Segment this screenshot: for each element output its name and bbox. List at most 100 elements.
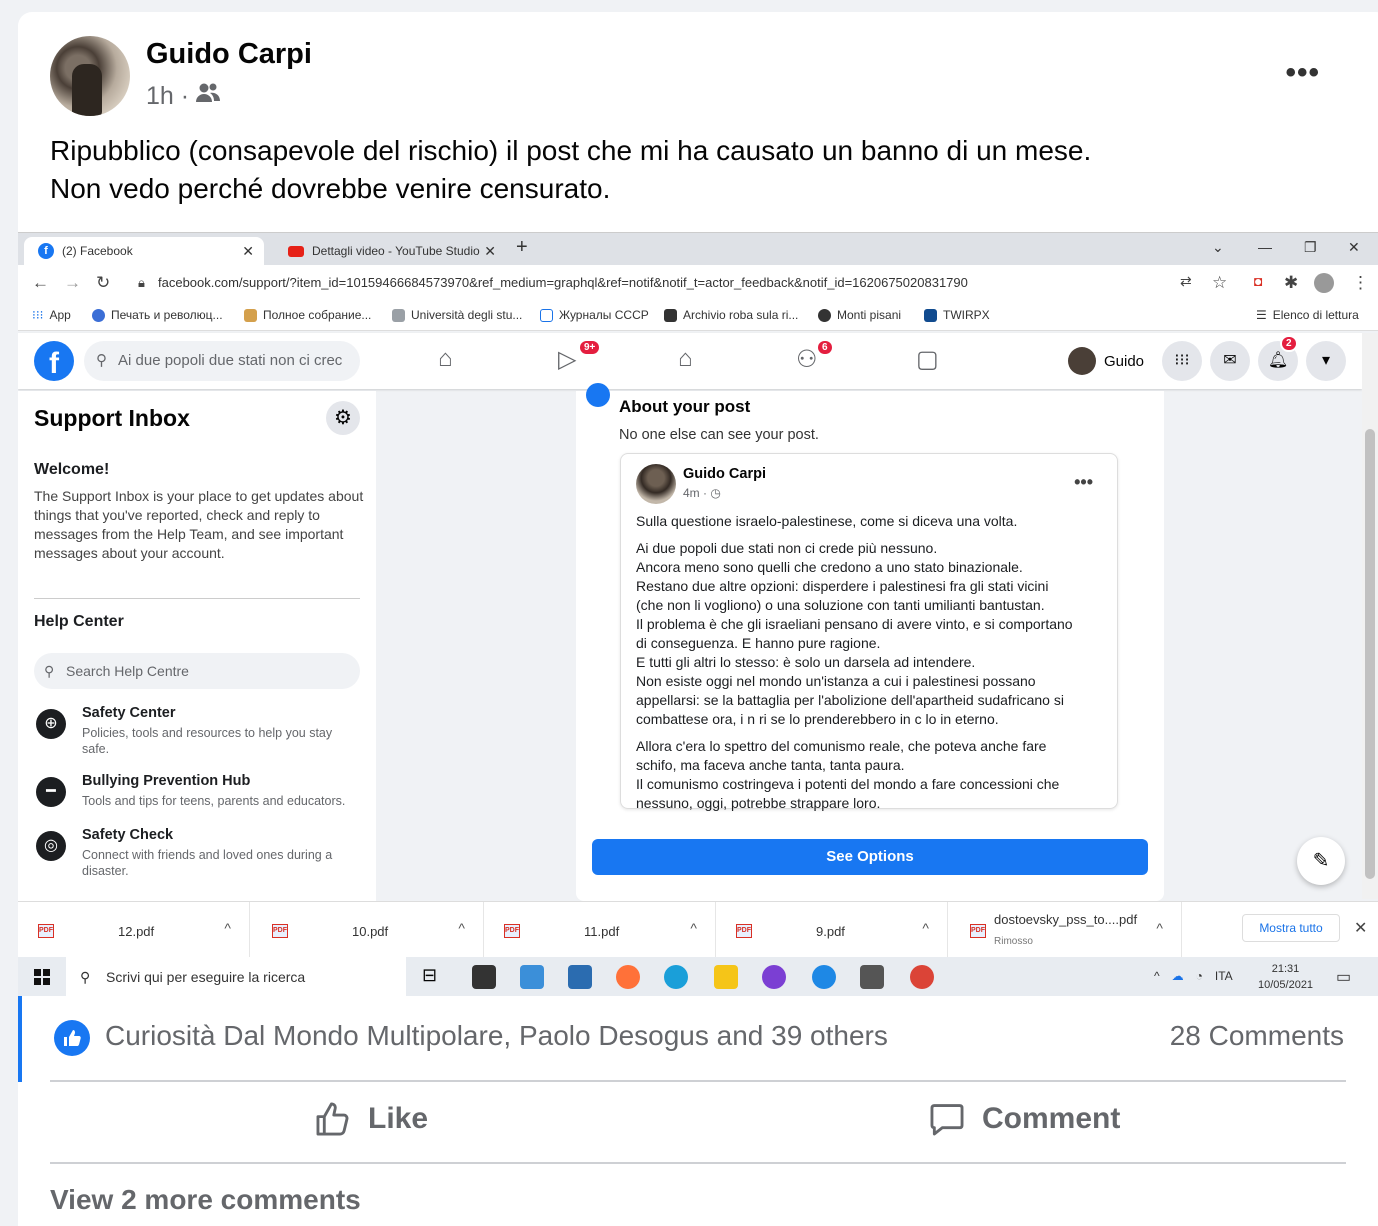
download-item[interactable]: PDF 9.pdf ^ bbox=[716, 902, 948, 958]
paragraph: Allora c'era lo spettro del comunismo re… bbox=[636, 738, 1060, 811]
language-indicator[interactable]: ITA bbox=[1215, 969, 1233, 983]
show-all-button[interactable]: Mostra tutto bbox=[1242, 914, 1340, 942]
reading-list[interactable]: ☰ Elenco di lettura bbox=[1256, 308, 1359, 322]
gear-icon[interactable]: ⚙ bbox=[326, 401, 360, 435]
bookmark-item[interactable]: Полное собрание... bbox=[244, 308, 371, 322]
post-time[interactable]: 1h · bbox=[146, 82, 189, 111]
facebook-logo-icon[interactable]: f bbox=[34, 341, 74, 381]
chevron-up-icon[interactable]: ^ bbox=[1156, 920, 1163, 936]
bookmark-apps[interactable]: ⁝⁝⁝ App bbox=[32, 308, 71, 322]
view-more-comments-link[interactable]: View 2 more comments bbox=[50, 1184, 361, 1216]
edge-icon[interactable] bbox=[812, 965, 836, 989]
back-icon[interactable]: ← bbox=[32, 273, 49, 293]
chrome-icon[interactable] bbox=[910, 965, 934, 989]
tab-facebook[interactable]: f (2) Facebook ✕ bbox=[24, 237, 264, 265]
chevron-up-icon[interactable]: ^ bbox=[690, 920, 697, 936]
more-options-icon[interactable]: ••• bbox=[1074, 472, 1093, 493]
wifi-icon[interactable]: ◔ bbox=[1196, 969, 1203, 983]
chevron-up-icon[interactable]: ^ bbox=[458, 920, 465, 936]
pdf-icon: PDF bbox=[272, 924, 288, 938]
account-chevron-icon[interactable]: ▾ bbox=[1306, 341, 1346, 381]
store-icon[interactable] bbox=[472, 965, 496, 989]
chevron-up-icon[interactable]: ^ bbox=[922, 920, 929, 936]
profile-shortcut[interactable]: Guido bbox=[1068, 347, 1144, 375]
taskbar-search-input[interactable]: ⚲ Scrivi qui per eseguire la ricerca bbox=[66, 957, 406, 996]
like-reaction-icon bbox=[54, 1020, 90, 1056]
groups-icon[interactable]: ⚇ bbox=[796, 345, 818, 374]
watch-icon[interactable]: ▷ bbox=[558, 345, 576, 374]
download-item[interactable]: PDF 12.pdf ^ bbox=[18, 902, 250, 958]
app-l-icon[interactable] bbox=[520, 965, 544, 989]
close-icon[interactable]: ✕ bbox=[1354, 918, 1367, 938]
close-tab-icon[interactable]: ✕ bbox=[242, 243, 254, 260]
mail-icon[interactable] bbox=[568, 965, 592, 989]
chevron-up-icon[interactable]: ^ bbox=[224, 920, 231, 936]
avatar[interactable] bbox=[636, 464, 676, 504]
post-options-icon[interactable]: ••• bbox=[1285, 56, 1320, 90]
forward-icon[interactable]: → bbox=[64, 273, 81, 293]
help-search-input[interactable]: ⚲ Search Help Centre bbox=[34, 653, 360, 689]
facebook-navbar: f ⚲ Ai due popoli due stati non ci crec ⌂… bbox=[18, 333, 1362, 389]
file-explorer-icon[interactable] bbox=[714, 965, 738, 989]
restore-icon[interactable]: ❐ bbox=[1304, 239, 1317, 256]
comment-button[interactable]: Comment bbox=[928, 1100, 1120, 1138]
shared-screenshot[interactable]: f (2) Facebook ✕ Dettagli video - YouTub… bbox=[18, 232, 1378, 996]
url-field[interactable]: facebook.com/support/?item_id=1015946668… bbox=[158, 275, 968, 290]
browser-menu-icon[interactable]: ⋮ bbox=[1352, 273, 1369, 293]
bookmark-star-icon[interactable]: ☆ bbox=[1212, 273, 1227, 293]
tab-search-icon[interactable]: ⌄ bbox=[1212, 239, 1224, 256]
like-button[interactable]: Like bbox=[314, 1100, 428, 1138]
translate-icon[interactable]: ⇄ bbox=[1180, 273, 1192, 290]
reported-post-author[interactable]: Guido Carpi bbox=[683, 466, 766, 482]
bookmark-item[interactable]: Università degli stu... bbox=[392, 308, 522, 322]
document-icon[interactable] bbox=[860, 965, 884, 989]
new-message-icon[interactable]: ✎ bbox=[1297, 837, 1345, 885]
scrollbar-thumb[interactable] bbox=[1365, 429, 1375, 879]
bookmark-item[interactable]: Журналы СССР bbox=[540, 308, 649, 322]
bookmark-item[interactable]: Monti pisani bbox=[818, 308, 901, 322]
new-tab-icon[interactable]: + bbox=[516, 236, 528, 259]
facebook-icon bbox=[586, 383, 610, 407]
task-view-icon[interactable]: ⊟ bbox=[422, 965, 446, 989]
reported-post-time: 4m · ◷ bbox=[683, 486, 721, 500]
chevron-up-icon[interactable]: ^ bbox=[1154, 969, 1160, 983]
app-icon[interactable] bbox=[762, 965, 786, 989]
profile-icon[interactable] bbox=[1314, 273, 1334, 293]
onedrive-icon[interactable]: ☁ bbox=[1172, 969, 1184, 983]
clock[interactable]: 21:31 10/05/2021 bbox=[1258, 961, 1313, 993]
windows-start-icon[interactable] bbox=[34, 969, 50, 985]
extensions-icon[interactable]: ✱ bbox=[1284, 273, 1298, 293]
author-name[interactable]: Guido Carpi bbox=[146, 38, 312, 71]
see-options-button[interactable]: See Options bbox=[592, 839, 1148, 875]
search-icon: ⚲ bbox=[96, 352, 107, 369]
firefox-icon[interactable] bbox=[616, 965, 640, 989]
close-window-icon[interactable]: ✕ bbox=[1348, 239, 1360, 256]
accent-bar bbox=[18, 996, 22, 1082]
author-avatar[interactable] bbox=[50, 36, 130, 116]
scrollbar[interactable] bbox=[1362, 333, 1378, 899]
marketplace-icon[interactable]: ⌂ bbox=[678, 345, 693, 373]
messenger-icon[interactable]: ✉ bbox=[1210, 341, 1250, 381]
action-center-icon[interactable]: ▭ bbox=[1336, 967, 1351, 987]
home-icon[interactable]: ⌂ bbox=[438, 345, 453, 373]
gaming-icon[interactable]: ▢ bbox=[916, 345, 939, 374]
bookmark-item[interactable]: TWIRPX bbox=[924, 308, 990, 322]
skype-icon[interactable] bbox=[664, 965, 688, 989]
download-item[interactable]: PDF 10.pdf ^ bbox=[252, 902, 484, 958]
close-tab-icon[interactable]: ✕ bbox=[484, 243, 496, 260]
comments-count[interactable]: 28 Comments bbox=[1170, 1020, 1344, 1052]
about-post-panel: About your post No one else can see your… bbox=[576, 383, 1164, 901]
bookmark-item[interactable]: Archivio roba sula ri... bbox=[664, 308, 798, 322]
pocket-icon[interactable]: ◘ bbox=[1254, 273, 1262, 289]
download-item[interactable]: PDF 11.pdf ^ bbox=[484, 902, 716, 958]
menu-grid-icon[interactable]: ⁝⁝⁝ bbox=[1162, 341, 1202, 381]
tab-youtube-studio[interactable]: Dettagli video - YouTube Studio ✕ bbox=[274, 237, 506, 265]
facebook-search-input[interactable]: ⚲ Ai due popoli due stati non ci crec bbox=[84, 341, 360, 381]
download-item[interactable]: PDF dostoevsky_pss_to....pdf Rimosso ^ bbox=[950, 902, 1182, 958]
post-card: Guido Carpi 1h · ••• Ripubblico (consape… bbox=[18, 12, 1378, 1226]
reactors-list[interactable]: Curiosità Dal Mondo Multipolare, Paolo D… bbox=[105, 1020, 888, 1052]
reload-icon[interactable]: ↻ bbox=[96, 273, 110, 293]
bookmark-item[interactable]: Печать и революц... bbox=[92, 308, 223, 322]
minimize-icon[interactable]: — bbox=[1258, 239, 1272, 255]
tab-label: (2) Facebook bbox=[62, 244, 133, 258]
